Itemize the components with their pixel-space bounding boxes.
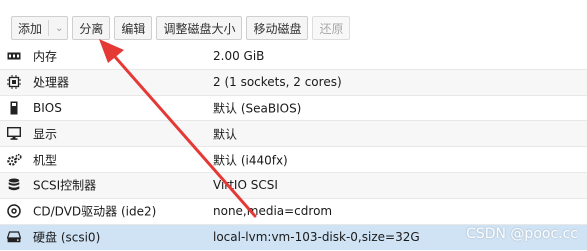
cpu-icon [6, 74, 22, 90]
resize-disk-button[interactable]: 调整磁盘大小 [156, 16, 243, 40]
table-row[interactable]: SCSI控制器 VirtIO SCSI [0, 172, 587, 199]
table-row[interactable]: 内存 2.00 GiB [0, 44, 587, 70]
table-row[interactable]: 处理器 2 (1 sockets, 2 cores) [0, 69, 587, 96]
move-disk-button[interactable]: 移动磁盘 [246, 16, 309, 40]
table-row[interactable]: CD/DVD驱动器 (ide2) none,media=cdrom [0, 199, 587, 225]
table-row[interactable]: 显示 默认 [0, 121, 587, 148]
revert-button[interactable]: 还原 [312, 16, 351, 40]
add-button-label: 添加 [18, 21, 43, 36]
watermark: CSDN @pooc.cc [466, 226, 578, 242]
row-value: 默认 [213, 127, 238, 142]
database-icon [6, 177, 22, 193]
row-name: 内存 [33, 49, 58, 64]
hardware-table: 内存 2.00 GiB 处理器 2 (1 sockets, 2 cores) B… [0, 44, 587, 251]
bios-icon [6, 100, 22, 116]
memory-icon [6, 48, 22, 64]
row-name: 处理器 [33, 75, 70, 90]
row-value: 2.00 GiB [213, 49, 265, 64]
table-row[interactable]: 机型 默认 (i440fx) [0, 147, 587, 173]
row-value: 2 (1 sockets, 2 cores) [213, 75, 342, 90]
row-value: 默认 (i440fx) [213, 153, 288, 168]
row-name: SCSI控制器 [33, 178, 97, 193]
row-name: CD/DVD驱动器 (ide2) [33, 204, 157, 219]
row-name: 机型 [33, 153, 58, 168]
detach-button[interactable]: 分离 [72, 16, 111, 40]
row-value: none,media=cdrom [213, 204, 333, 219]
table-row[interactable]: BIOS 默认 (SeaBIOS) [0, 96, 587, 122]
monitor-icon [6, 126, 22, 142]
row-value: local-lvm:vm-103-disk-0,size=32G [213, 229, 420, 244]
cdrom-icon [6, 203, 22, 219]
row-name: 显示 [33, 127, 58, 142]
row-value: VirtIO SCSI [213, 178, 278, 193]
row-name: 硬盘 (scsi0) [33, 230, 101, 245]
split-separator [48, 20, 50, 36]
edit-button[interactable]: 编辑 [114, 16, 153, 40]
chevron-down-icon[interactable]: ⌄ [55, 23, 63, 34]
hard-disk-icon [6, 229, 22, 245]
hardware-toolbar: 添加 ⌄ 分离 编辑 调整磁盘大小 移动磁盘 还原 [0, 0, 587, 44]
row-value: 默认 (SeaBIOS) [213, 101, 302, 116]
gears-icon [6, 152, 22, 168]
add-button[interactable]: 添加 ⌄ [11, 16, 69, 40]
row-name: BIOS [33, 100, 62, 115]
